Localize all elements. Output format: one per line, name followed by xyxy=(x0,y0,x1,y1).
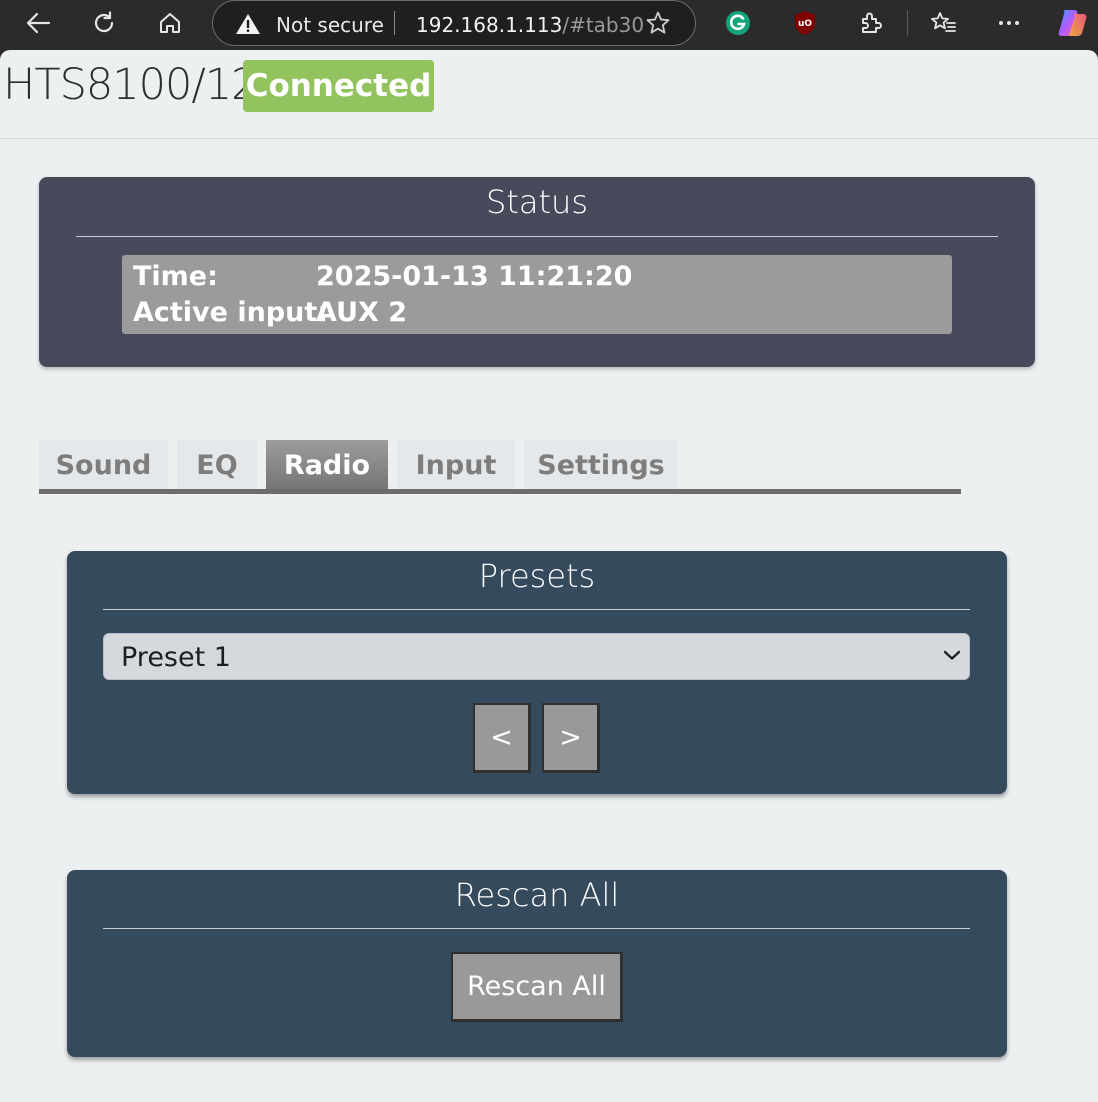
rescan-divider xyxy=(103,928,970,929)
time-label: Time: xyxy=(133,261,218,292)
status-panel-title: Status xyxy=(486,183,588,221)
time-row: Time: 2025-01-13 11:21:20 xyxy=(133,261,632,292)
address-divider xyxy=(394,11,395,35)
rescan-all-button[interactable]: Rescan All xyxy=(451,952,623,1022)
presets-divider xyxy=(103,609,970,610)
next-preset-button[interactable]: > xyxy=(542,703,600,773)
warning-icon[interactable] xyxy=(235,12,261,41)
web-page: HTS8100/12 Connected Status Time: 2025-0… xyxy=(0,50,1098,1102)
tab-settings[interactable]: Settings xyxy=(524,440,678,490)
previous-preset-button[interactable]: < xyxy=(473,703,531,773)
favorites-list-icon[interactable] xyxy=(925,6,961,40)
presets-panel: Presets Preset 1 < > xyxy=(67,551,1007,794)
connection-status-badge: Connected xyxy=(243,60,434,112)
chevron-down-icon xyxy=(943,648,961,666)
active-input-label: Active input: xyxy=(133,297,329,328)
favorite-star-icon[interactable] xyxy=(645,10,671,41)
time-value: 2025-01-13 11:21:20 xyxy=(316,261,633,292)
address-bar[interactable]: Not secure 192.168.1.113/#tab30 xyxy=(212,0,696,46)
url-host: 192.168.1.113 xyxy=(416,13,563,37)
url-fragment: /#tab30 xyxy=(562,13,645,37)
toolbar-divider xyxy=(907,10,908,36)
status-divider xyxy=(76,236,998,237)
ublock-icon[interactable]: uO xyxy=(787,6,823,40)
device-model-title: HTS8100/12 xyxy=(3,60,259,110)
preset-selected-value: Preset 1 xyxy=(121,642,231,673)
tab-eq[interactable]: EQ xyxy=(177,440,257,490)
copilot-icon[interactable] xyxy=(1055,6,1091,40)
presets-title: Presets xyxy=(478,557,596,595)
back-arrow-icon[interactable] xyxy=(20,6,56,40)
tab-input[interactable]: Input xyxy=(397,440,515,490)
extensions-puzzle-icon[interactable] xyxy=(853,6,889,40)
status-info-box: Time: 2025-01-13 11:21:20 Active input: … xyxy=(122,255,952,334)
tab-radio[interactable]: Radio xyxy=(266,440,388,490)
browser-toolbar: Not secure 192.168.1.113/#tab30 uO xyxy=(0,0,1098,48)
active-input-value: AUX 2 xyxy=(316,297,407,328)
tab-sound[interactable]: Sound xyxy=(39,440,168,490)
more-menu-icon[interactable] xyxy=(991,6,1027,40)
tab-bar: Sound EQ Radio Input Settings xyxy=(39,440,961,495)
security-label[interactable]: Not secure xyxy=(276,13,384,37)
rescan-panel: Rescan All Rescan All xyxy=(67,870,1007,1057)
svg-text:uO: uO xyxy=(798,19,812,29)
home-icon[interactable] xyxy=(152,6,188,40)
tab-underline xyxy=(39,489,961,494)
status-panel: Status Time: 2025-01-13 11:21:20 Active … xyxy=(39,177,1035,367)
rescan-title: Rescan All xyxy=(454,876,620,914)
page-header: HTS8100/12 Connected xyxy=(0,50,1098,139)
preset-select[interactable]: Preset 1 xyxy=(103,633,970,680)
url-text[interactable]: 192.168.1.113/#tab30 xyxy=(416,13,644,37)
active-input-row: Active input: AUX 2 xyxy=(133,297,407,328)
grammarly-icon[interactable] xyxy=(720,6,756,40)
reload-icon[interactable] xyxy=(86,6,122,40)
